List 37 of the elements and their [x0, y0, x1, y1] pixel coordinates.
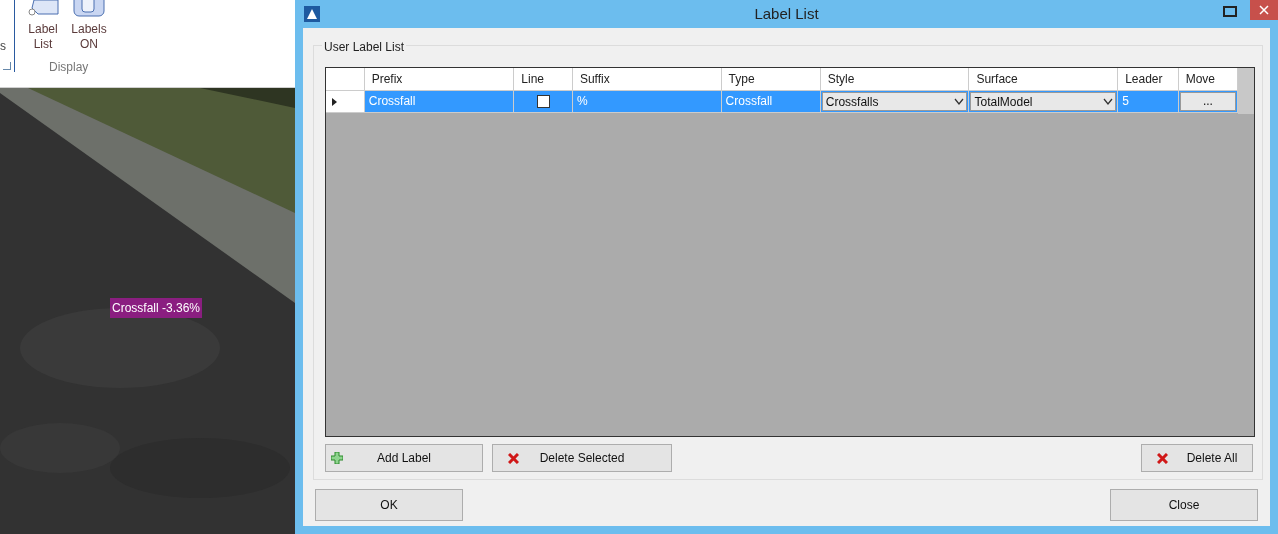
column-header: Line: [514, 68, 573, 90]
column-header: Suffix: [572, 68, 722, 90]
plus-icon: [331, 452, 343, 464]
close-icon: [1259, 5, 1269, 15]
move-button[interactable]: ...: [1179, 92, 1237, 111]
row-pointer-icon: [332, 97, 337, 106]
group-label: Display: [49, 59, 89, 76]
column-header: Leader: [1118, 68, 1179, 90]
action-button[interactable]: Delete All: [1141, 444, 1253, 472]
action-button[interactable]: Add Label: [325, 444, 483, 472]
action-button[interactable]: Delete Selected: [492, 444, 672, 472]
close-button[interactable]: [1250, 0, 1278, 20]
dialog-button[interactable]: Close: [1110, 489, 1258, 521]
delete-x-icon: [508, 453, 519, 464]
ribbon-button[interactable]: Label List: [22, 0, 64, 52]
toggle-icon: [73, 0, 105, 18]
column-header: Prefix: [364, 68, 515, 90]
tag-icon: [26, 0, 60, 18]
table-cell: %: [572, 91, 722, 112]
ribbon-button[interactable]: Labels ON: [68, 0, 110, 52]
table-cell: 5: [1118, 91, 1179, 112]
dropdown[interactable]: Crossfalls: [821, 92, 968, 111]
column-header: Surface: [969, 68, 1119, 90]
window-title: Label List: [754, 3, 819, 24]
column-header: Style: [820, 68, 970, 90]
column-header: Type: [721, 68, 821, 90]
app-logo-icon: [304, 6, 320, 22]
dropdown[interactable]: TotalModel: [970, 92, 1117, 111]
restore-icon[interactable]: [1223, 6, 1237, 17]
table-cell: Crossfall: [364, 91, 515, 112]
dialog-button[interactable]: OK: [315, 489, 463, 521]
scene-label: Crossfall -3.36%: [110, 298, 203, 318]
checkbox[interactable]: [536, 95, 550, 108]
delete-x-icon: [1157, 453, 1168, 464]
launcher-icon[interactable]: [3, 62, 11, 70]
table-cell: Crossfall: [721, 91, 821, 112]
ribbon-label: s: [0, 38, 6, 55]
